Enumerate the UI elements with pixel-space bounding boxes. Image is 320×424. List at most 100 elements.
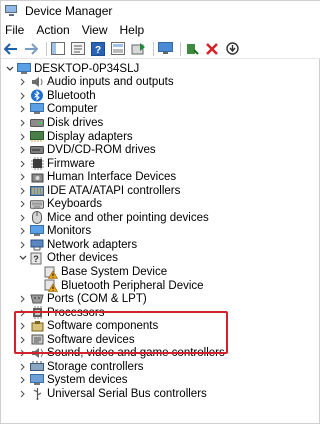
- tree-item-label: Network adapters: [47, 238, 138, 251]
- toolbar-separator: [153, 41, 154, 56]
- tree-category-audio-inputs-and-outputs[interactable]: Audio inputs and outputs: [18, 76, 174, 90]
- chevron-down-icon[interactable]: [5, 64, 15, 74]
- tree-category-processors[interactable]: Processors: [18, 306, 105, 320]
- tree-device-base-system-device[interactable]: Base System Device: [32, 265, 167, 279]
- view-icon[interactable]: [110, 41, 126, 57]
- tree-category-human-interface-devices[interactable]: Human Interface Devices: [18, 170, 176, 184]
- chevron-right-icon[interactable]: [18, 375, 28, 385]
- tree-item-label: Keyboards: [47, 198, 102, 211]
- tree-category-monitors[interactable]: Monitors: [18, 225, 91, 239]
- menu-action[interactable]: Action: [30, 23, 75, 37]
- chevron-right-icon[interactable]: [18, 77, 28, 87]
- chevron-right-icon[interactable]: [18, 213, 28, 223]
- tree-item-label: Processors: [47, 306, 105, 319]
- chevron-right-icon[interactable]: [18, 294, 28, 304]
- chevron-right-icon[interactable]: [18, 348, 28, 358]
- device-tree: DESKTOP-0P34SLJ Audio inputs and outputs…: [1, 60, 319, 424]
- tree-category-software-devices[interactable]: Software devices: [18, 333, 135, 347]
- tree-category-system-devices[interactable]: System devices: [18, 374, 128, 388]
- tree-item-label: Base System Device: [61, 266, 168, 278]
- svg-text:?: ?: [95, 45, 101, 56]
- tree-category-sound-video-and-game-controllers[interactable]: Sound, video and game controllers: [18, 347, 225, 361]
- chevron-right-icon[interactable]: [18, 132, 28, 142]
- tree-device-bluetooth-peripheral-device[interactable]: Bluetooth Peripheral Device: [32, 279, 204, 293]
- chevron-right-icon[interactable]: [18, 104, 28, 114]
- tree-category-bluetooth[interactable]: Bluetooth: [18, 89, 96, 103]
- back-arrow-icon[interactable]: [3, 41, 19, 57]
- update-driver-icon[interactable]: [130, 41, 146, 57]
- forward-arrow-icon[interactable]: [23, 41, 39, 57]
- tree-category-ide-ata-atapi-controllers[interactable]: IDE ATA/ATAPI controllers: [18, 184, 180, 198]
- tree-root[interactable]: DESKTOP-0P34SLJ: [5, 62, 139, 76]
- display-adapter-icon: [30, 130, 44, 143]
- warning-device-icon: [44, 279, 58, 292]
- chevron-right-icon[interactable]: [18, 389, 28, 399]
- uninstall-device-icon[interactable]: [204, 41, 220, 57]
- tree-category-other-devices[interactable]: ? Other devices: [18, 252, 118, 266]
- tree-category-computer[interactable]: Computer: [18, 103, 98, 117]
- chevron-right-icon[interactable]: [18, 226, 28, 236]
- tree-item-label: System devices: [47, 374, 128, 387]
- chevron-right-icon[interactable]: [18, 172, 28, 182]
- menu-bar: File Action View Help: [1, 20, 320, 39]
- chevron-right-icon[interactable]: [18, 159, 28, 169]
- tree-category-dvd-cd-rom-drives[interactable]: DVD/CD-ROM drives: [18, 143, 156, 157]
- toolbar-separator: [46, 41, 47, 56]
- tree-category-firmware[interactable]: Firmware: [18, 157, 95, 171]
- show-hide-console-tree-icon[interactable]: [50, 41, 66, 57]
- tree-category-mice-and-other-pointing-devices[interactable]: Mice and other pointing devices: [18, 211, 209, 225]
- tree-item-label: Display adapters: [47, 130, 133, 143]
- root-label: DESKTOP-0P34SLJ: [34, 62, 140, 75]
- menu-help[interactable]: Help: [114, 23, 151, 37]
- chevron-right-icon[interactable]: [18, 199, 28, 209]
- software-component-icon: [30, 320, 44, 333]
- tree-item-label: DVD/CD-ROM drives: [47, 144, 156, 157]
- chevron-right-icon[interactable]: [18, 321, 28, 331]
- toolbar-separator: [180, 41, 181, 56]
- chevron-right-icon[interactable]: [18, 240, 28, 250]
- help-icon[interactable]: ?: [90, 41, 106, 57]
- speaker-icon: [30, 76, 44, 89]
- tree-category-network-adapters[interactable]: Network adapters: [18, 238, 137, 252]
- device-manager-window: Device Manager File Action View Help ? D…: [0, 0, 320, 424]
- window-title: Device Manager: [25, 3, 113, 18]
- svg-text:?: ?: [33, 254, 39, 264]
- computer-icon: [17, 62, 31, 75]
- tree-category-keyboards[interactable]: Keyboards: [18, 198, 102, 212]
- chevron-down-icon[interactable]: [18, 253, 28, 263]
- tree-item-label: Audio inputs and outputs: [47, 76, 174, 89]
- keyboard-icon: [30, 198, 44, 211]
- sound-icon: [30, 347, 44, 360]
- tree-category-display-adapters[interactable]: Display adapters: [18, 130, 133, 144]
- chevron-right-icon[interactable]: [18, 118, 28, 128]
- scan-hardware-icon[interactable]: [157, 41, 173, 57]
- bluetooth-icon: [30, 89, 44, 102]
- tree-item-label: Software devices: [47, 333, 135, 346]
- tree-category-disk-drives[interactable]: Disk drives: [18, 116, 103, 130]
- chevron-right-icon[interactable]: [18, 186, 28, 196]
- firmware-icon: [30, 157, 44, 171]
- enable-device-icon[interactable]: [184, 41, 200, 57]
- menu-view[interactable]: View: [76, 23, 114, 37]
- tree-category-universal-serial-bus-controllers[interactable]: Universal Serial Bus controllers: [18, 387, 207, 401]
- chevron-right-icon[interactable]: [18, 91, 28, 101]
- tree-category-software-components[interactable]: Software components: [18, 319, 158, 333]
- chevron-right-icon[interactable]: [18, 145, 28, 155]
- toolbar: ?: [1, 39, 320, 59]
- menu-file[interactable]: File: [1, 23, 30, 37]
- chevron-right-icon[interactable]: [18, 362, 28, 372]
- tree-item-label: Mice and other pointing devices: [47, 211, 209, 224]
- tree-item-label: Bluetooth: [47, 89, 96, 102]
- tree-item-label: Bluetooth Peripheral Device: [61, 279, 204, 292]
- tree-category-ports-com-lpt[interactable]: Ports (COM & LPT): [18, 292, 147, 306]
- tree-item-label: Disk drives: [47, 116, 104, 129]
- chevron-right-icon[interactable]: [18, 335, 28, 345]
- chevron-right-icon[interactable]: [18, 308, 28, 318]
- disable-device-icon[interactable]: [224, 41, 240, 57]
- tree-category-storage-controllers[interactable]: Storage controllers: [18, 360, 144, 374]
- properties-icon[interactable]: [70, 41, 86, 57]
- software-device-icon: [30, 333, 44, 346]
- ide-controller-icon: [30, 184, 44, 197]
- hid-icon: [30, 171, 44, 184]
